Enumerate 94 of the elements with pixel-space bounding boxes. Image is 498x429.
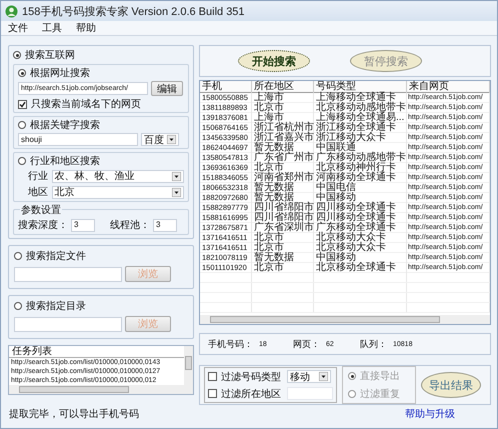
scrollbar[interactable]: [184, 346, 193, 385]
radio-label: 根据网址搜索: [30, 66, 90, 80]
column-header[interactable]: 手机: [200, 81, 252, 93]
table-cell: 四川省绵阳市: [252, 203, 314, 213]
field-label: 地区: [28, 186, 49, 199]
column-header[interactable]: 所在地区: [252, 81, 314, 93]
app-icon: [5, 4, 18, 18]
table-cell: 四川省绵阳市: [252, 213, 314, 223]
table-cell: 浙江省杭州市: [252, 123, 314, 133]
menu-item[interactable]: 工具: [42, 21, 62, 35]
table-cell: 北京移动神州行卡: [314, 163, 407, 173]
table-cell: 浙江省嘉兴市: [252, 133, 314, 143]
table-cell: 广东移动全球通卡: [314, 223, 407, 233]
table-cell: 北京移动全球通卡: [314, 263, 407, 273]
folder-path-field[interactable]: [14, 316, 122, 332]
radio-label: 搜索指定文件: [26, 250, 86, 263]
table-cell: 暂无数据: [252, 143, 314, 153]
table-cell: 中国移动: [314, 253, 407, 263]
table-cell: 浙江移动全球通卡: [314, 123, 407, 133]
scrollbar[interactable]: [200, 315, 490, 324]
table-cell: 北京市: [252, 103, 314, 113]
radio[interactable]: [18, 157, 26, 165]
table-cell: 上海市: [252, 113, 314, 123]
radio-label: 直接导出: [360, 370, 400, 383]
table-cell: 上海移动全球通卡: [314, 93, 407, 103]
table-cell: 北京市: [252, 243, 314, 253]
radio-label: 过滤重复: [360, 388, 400, 401]
caret-icon: [167, 135, 176, 144]
table-cell: 广东移动动感地带卡: [314, 153, 407, 163]
region-filter-field[interactable]: [287, 387, 333, 400]
table-cell: 暂无数据: [252, 183, 314, 193]
caret-icon: [172, 188, 181, 196]
table-cell: 河南移动全球通卡: [314, 173, 407, 183]
table-cell: 暂无数据: [252, 253, 314, 263]
table-cell: 上海市: [252, 93, 314, 103]
checkbox[interactable]: [18, 100, 27, 108]
radio[interactable]: [13, 51, 21, 59]
table-cell: 暂无数据: [252, 193, 314, 203]
edit-button[interactable]: 编辑: [151, 81, 183, 96]
help-link[interactable]: 帮助与升级: [405, 407, 455, 421]
type-dropdown[interactable]: 移动: [287, 370, 331, 383]
caret-icon: [319, 372, 328, 381]
table-cell: 广东省深圳市: [252, 223, 314, 233]
table-cell: 浙江移动大众卡: [314, 133, 407, 143]
table-cell: 北京移动动感地带卡: [314, 103, 407, 113]
table-cell: 广东省广州市: [252, 153, 314, 163]
table-cell: 北京移动大众卡: [314, 233, 407, 243]
status-text: 提取完毕，可以导出手机号码: [9, 408, 139, 421]
window-title: 158手机号码搜索专家 Version 2.0.6 Build 351: [22, 4, 245, 18]
radio[interactable]: [18, 69, 26, 77]
table-cell: 四川移动全球通卡: [314, 203, 407, 213]
table-cell: 四川移动全球通卡: [314, 213, 407, 223]
caret-icon: [172, 172, 181, 180]
depth-field[interactable]: 3: [71, 218, 95, 232]
table-cell: 中国联通: [314, 143, 407, 153]
table-cell: 北京市: [252, 263, 314, 273]
file-path-field[interactable]: [14, 266, 122, 282]
column-header[interactable]: 号码类型: [314, 81, 407, 93]
scrollbar[interactable]: [9, 385, 193, 394]
engine-dropdown[interactable]: 百度: [141, 133, 179, 146]
stat-label: 网页：: [293, 338, 320, 350]
checkbox[interactable]: [208, 389, 217, 398]
menu-item[interactable]: 帮助: [76, 21, 96, 35]
table-cell: 北京移动大众卡: [314, 243, 407, 253]
table-cell: 中国电信: [314, 183, 407, 193]
radio-label: 根据关键字搜索: [30, 118, 100, 132]
field-label: 线程池：: [110, 218, 150, 232]
keyword-field[interactable]: shouji: [18, 133, 138, 146]
stat-label: 队列：: [360, 338, 387, 350]
stat-label: 手机号码：: [208, 338, 253, 350]
list-header: 任务列表: [9, 346, 184, 358]
threads-field[interactable]: 3: [153, 218, 177, 232]
table-cell: 河南省郑州市: [252, 173, 314, 183]
menu-item[interactable]: 文件: [8, 21, 28, 35]
export-button[interactable]: 导出结果: [421, 372, 481, 398]
radio-label: 行业和地区搜索: [30, 154, 100, 168]
checkbox-label: 过滤所在地区: [221, 388, 282, 400]
table-cell: 北京市: [252, 233, 314, 243]
search-button[interactable]: 开始搜索: [238, 50, 310, 72]
column-header[interactable]: 来自网页: [407, 81, 490, 93]
industry-dropdown[interactable]: 农、林、牧、渔业: [52, 170, 184, 182]
radio[interactable]: [18, 121, 26, 129]
checkbox[interactable]: [208, 372, 217, 381]
group-title: 参数设置: [20, 203, 62, 217]
field-label: 搜索深度：: [18, 218, 68, 232]
radio-label: 搜索指定目录: [26, 300, 86, 313]
table-cell: 中国移动: [314, 193, 407, 203]
table-cell: 北京市: [252, 163, 314, 173]
radio-label: 搜索互联网: [25, 48, 75, 62]
region-dropdown[interactable]: 北京: [52, 186, 184, 198]
table-cell: 上海移动全球通易...: [314, 113, 407, 123]
field-label: 行业: [28, 170, 49, 183]
checkbox-label: 只搜索当前域名下的网页: [31, 98, 141, 111]
checkbox-label: 过滤号码类型: [221, 370, 282, 384]
